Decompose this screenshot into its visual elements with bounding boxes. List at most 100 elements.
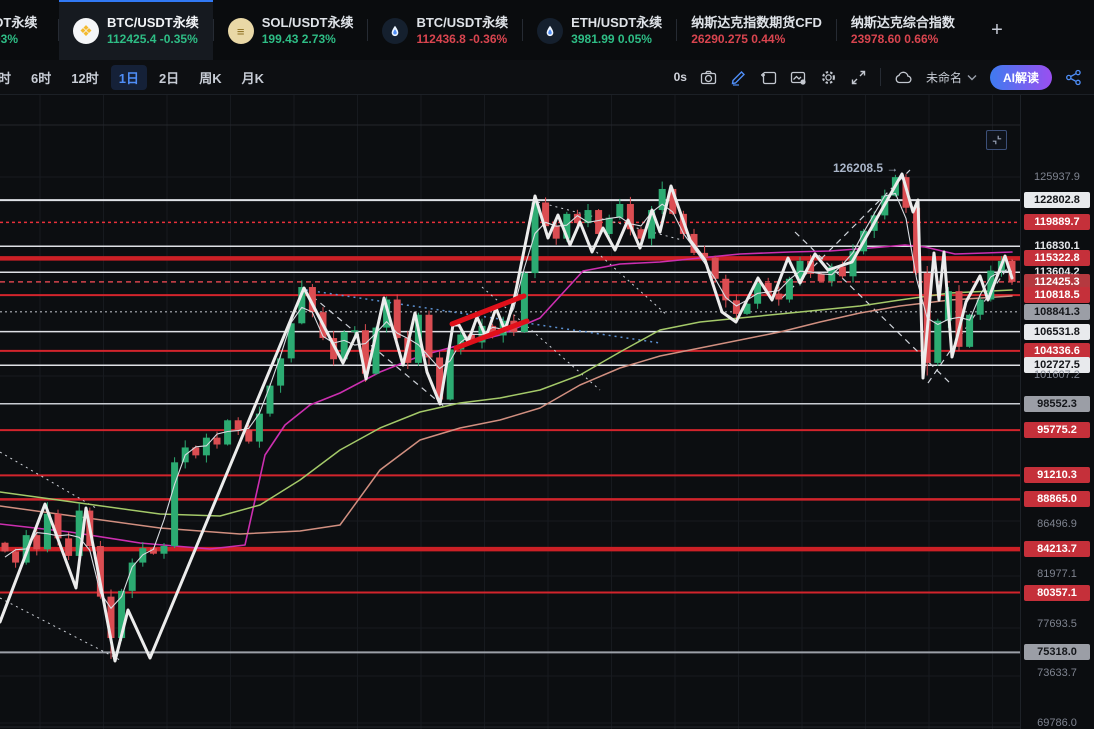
symbol-tab-partial[interactable]: DT永续 03%	[0, 0, 58, 60]
cloud-icon[interactable]	[894, 70, 913, 85]
candle-body	[2, 543, 9, 552]
price-axis-label: 80357.1	[1024, 585, 1090, 601]
ai-analysis-button[interactable]: AI解读	[990, 65, 1052, 90]
price-axis-label: 98552.3	[1024, 396, 1090, 412]
price-axis[interactable]: 125937.9122802.8119889.7116830.1115322.8…	[1020, 95, 1094, 729]
chart-canvas[interactable]	[0, 95, 1094, 729]
layout-name-label: 未命名	[926, 69, 962, 86]
symbol-tab-0[interactable]: ❖ BTC/USDT永续112425.4 -0.35%	[59, 0, 213, 60]
candle-body	[839, 267, 846, 277]
tab-price: 112425.4 -0.35%	[107, 32, 199, 47]
fullscreen-icon[interactable]	[850, 69, 867, 86]
trading-app: DT永续 03% ❖BTC/USDT永续112425.4 -0.35%≡SOL/…	[0, 0, 1094, 729]
tab-price: 03%	[0, 32, 37, 47]
timeframe-月K[interactable]: 月K	[234, 65, 272, 90]
price-axis-label: 119889.7	[1024, 214, 1090, 230]
sol-icon: ≡	[228, 18, 254, 44]
layout-name-dropdown[interactable]: 未命名	[926, 69, 977, 86]
tab-price: 199.43 2.73%	[262, 32, 354, 47]
settings-gear-icon[interactable]	[820, 69, 837, 86]
price-axis-label: 81977.1	[1024, 566, 1090, 582]
timeframe-时[interactable]: 时	[0, 65, 19, 90]
price-annotation[interactable]: 126208.5 →	[833, 161, 898, 175]
price-axis-label: 73633.7	[1024, 665, 1090, 681]
price-axis-label: 106531.8	[1024, 324, 1090, 340]
tab-title: 纳斯达克综合指数	[851, 15, 955, 31]
tab-price: 26290.275 0.44%	[691, 32, 822, 47]
annotation-arrow-icon: →	[886, 161, 898, 175]
candle-body	[214, 438, 221, 445]
symbol-tab-1[interactable]: ≡ SOL/USDT永续199.43 2.73%	[214, 0, 368, 60]
replay-speed-button[interactable]: 0s	[674, 70, 687, 84]
binance-icon: ❖	[73, 18, 99, 44]
chart-toolbar: 时6时12时1日2日周K月K 0s	[0, 60, 1094, 95]
price-axis-label: 108841.3	[1024, 304, 1090, 320]
symbol-tab-list: ❖BTC/USDT永续112425.4 -0.35%≡SOL/USDT永续199…	[59, 0, 969, 60]
tab-price: 112436.8 -0.36%	[416, 32, 508, 47]
tab-title: ETH/USDT永续	[571, 15, 662, 31]
share-icon[interactable]	[1065, 69, 1082, 86]
price-axis-label: 77693.5	[1024, 616, 1090, 632]
collapse-corners-icon	[991, 134, 1003, 146]
image-export-icon[interactable]	[790, 69, 807, 86]
water-drop-icon	[382, 18, 408, 44]
candle-body	[245, 430, 252, 442]
price-axis-label: 75318.0	[1024, 644, 1090, 660]
candle-body	[12, 552, 19, 563]
symbol-tab-bar: DT永续 03% ❖BTC/USDT永续112425.4 -0.35%≡SOL/…	[0, 0, 1094, 60]
candlestick-chart-area[interactable]: 126208.5 → 125937.9122802.8119889.711683…	[0, 95, 1094, 729]
symbol-tab-3[interactable]: ETH/USDT永续3981.99 0.05%	[523, 0, 676, 60]
candle-body	[426, 315, 433, 358]
price-axis-label: 88865.0	[1024, 491, 1090, 507]
chevron-down-icon	[967, 74, 977, 81]
timeframe-1日[interactable]: 1日	[111, 65, 147, 90]
symbol-tab-2[interactable]: BTC/USDT永续112436.8 -0.36%	[368, 0, 522, 60]
timeframe-list: 时6时12时1日2日周K月K	[0, 65, 272, 90]
price-axis-label: 95775.2	[1024, 422, 1090, 438]
draw-pencil-icon[interactable]	[730, 69, 747, 86]
camera-icon[interactable]	[700, 69, 717, 86]
restore-pane-button[interactable]	[986, 130, 1007, 150]
candle-body	[171, 462, 178, 546]
trendline	[0, 598, 120, 660]
tab-title: BTC/USDT永续	[416, 15, 508, 31]
tab-title: BTC/USDT永续	[107, 15, 199, 31]
candle-body	[267, 386, 274, 414]
candle-body	[65, 538, 72, 556]
candle-body	[256, 414, 263, 442]
candle-body	[818, 274, 825, 281]
symbol-tab-4[interactable]: 纳斯达克指数期货CFD26290.275 0.44%	[677, 0, 836, 60]
candle-body	[733, 300, 740, 314]
candle-body	[606, 218, 613, 234]
trendline	[482, 287, 600, 390]
candle-body	[775, 294, 782, 300]
ma-fast-white	[5, 193, 1012, 608]
toolbar-divider	[880, 68, 881, 86]
price-axis-label: 101607.2	[1024, 367, 1090, 383]
price-axis-label: 125937.9	[1024, 169, 1090, 185]
candle-body	[161, 546, 168, 554]
timeframe-12时[interactable]: 12时	[63, 65, 106, 90]
candle-body	[235, 420, 242, 430]
tab-title: DT永续	[0, 15, 37, 31]
tab-price: 3981.99 0.05%	[571, 32, 662, 47]
price-axis-label: 86496.9	[1024, 516, 1090, 532]
toolbar-tools: 0s	[674, 65, 1094, 90]
candle-body	[616, 204, 623, 218]
symbol-tab-5[interactable]: 纳斯达克综合指数23978.60 0.66%	[837, 0, 969, 60]
timeframe-周K[interactable]: 周K	[191, 65, 229, 90]
price-axis-label: 84213.7	[1024, 541, 1090, 557]
tab-title: 纳斯达克指数期货CFD	[691, 15, 822, 31]
water-drop-icon	[537, 18, 563, 44]
timeframe-2日[interactable]: 2日	[151, 65, 187, 90]
add-symbol-button[interactable]: +	[977, 0, 1017, 60]
price-axis-label: 110818.5	[1024, 287, 1090, 303]
add-pane-icon[interactable]	[760, 69, 777, 86]
candle-body	[934, 321, 941, 363]
price-axis-label: 122802.8	[1024, 192, 1090, 208]
tab-price: 23978.60 0.66%	[851, 32, 955, 47]
price-axis-label: 69786.0	[1024, 715, 1090, 729]
timeframe-6时[interactable]: 6时	[23, 65, 59, 90]
plus-icon: +	[991, 19, 1003, 42]
tab-title: SOL/USDT永续	[262, 15, 354, 31]
